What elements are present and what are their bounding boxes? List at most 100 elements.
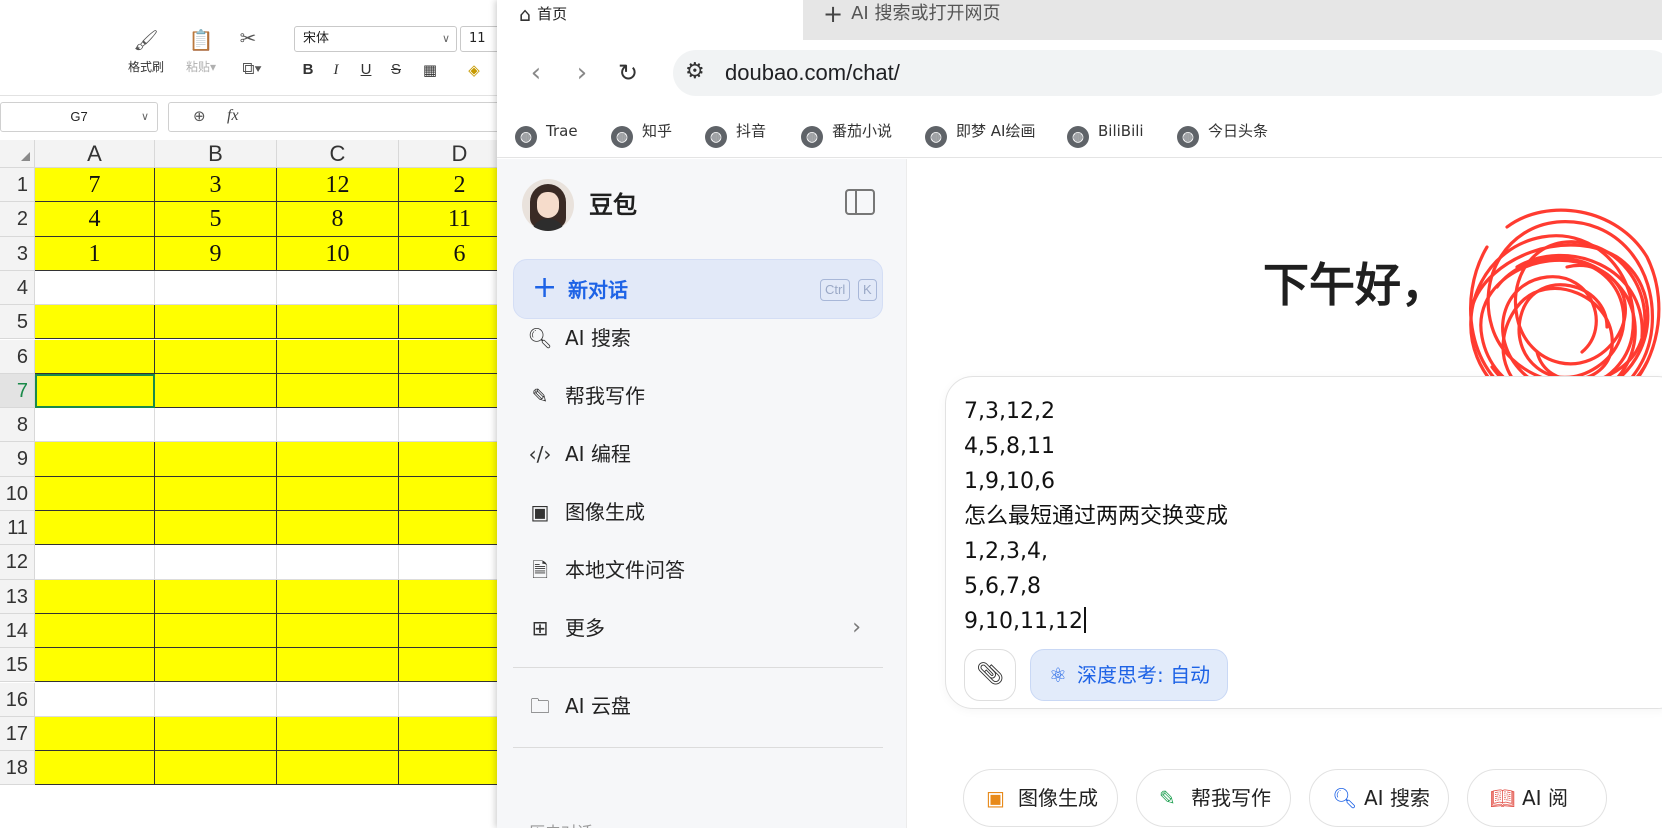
row-header[interactable]: 2: [0, 202, 35, 237]
new-tab-button[interactable]: + AI 搜索或打开网页: [823, 0, 1000, 28]
table-cell[interactable]: [399, 648, 500, 683]
table-cell[interactable]: [35, 613, 155, 649]
table-cell[interactable]: [399, 545, 500, 580]
table-cell[interactable]: [277, 545, 399, 580]
sidebar-item-writing[interactable]: ✎ 帮我写作: [513, 371, 883, 421]
table-cell[interactable]: [155, 305, 277, 340]
deep-think-toggle[interactable]: ⚛ 深度思考: 自动: [1030, 649, 1228, 701]
table-cell[interactable]: [277, 682, 399, 717]
name-box[interactable]: G7 ∨: [0, 102, 158, 132]
table-cell[interactable]: [399, 408, 500, 443]
table-cell[interactable]: [155, 545, 277, 580]
strikethrough-button[interactable]: S: [384, 58, 408, 82]
table-cell[interactable]: [155, 716, 277, 752]
table-cell[interactable]: [35, 545, 155, 580]
table-cell[interactable]: [155, 511, 277, 546]
font-size-select[interactable]: 11: [460, 26, 500, 52]
table-cell[interactable]: 6: [399, 236, 500, 271]
border-button[interactable]: ▦: [418, 58, 442, 82]
cut-button[interactable]: ✂: [234, 26, 262, 56]
row-header[interactable]: 10: [0, 476, 35, 511]
attach-button[interactable]: 📎︎: [964, 649, 1016, 701]
table-cell[interactable]: 5: [155, 202, 277, 237]
table-cell[interactable]: 10: [277, 236, 399, 271]
formula-input[interactable]: ⊕ fx: [168, 102, 500, 132]
table-cell[interactable]: [277, 270, 399, 306]
sidebar-item-more[interactable]: ⊞ 更多 ›: [513, 603, 883, 653]
table-cell[interactable]: [399, 339, 500, 374]
table-cell[interactable]: [277, 408, 399, 443]
row-header[interactable]: 9: [0, 442, 35, 477]
sidebar-item-ai-search[interactable]: 🔍︎ AI 搜索: [513, 313, 883, 363]
table-cell[interactable]: [155, 648, 277, 683]
table-cell[interactable]: [35, 442, 155, 477]
chip-image-gen[interactable]: ▣ 图像生成: [963, 769, 1118, 827]
font-name-select[interactable]: 宋体 ∨: [294, 26, 457, 52]
table-cell[interactable]: [399, 716, 500, 752]
table-cell[interactable]: [399, 682, 500, 717]
column-header[interactable]: D: [399, 140, 500, 168]
reload-button[interactable]: ↻: [611, 56, 645, 90]
table-cell[interactable]: [35, 511, 155, 546]
table-cell[interactable]: [399, 305, 500, 340]
row-header[interactable]: 12: [0, 545, 35, 580]
column-header[interactable]: B: [155, 140, 277, 168]
table-cell[interactable]: [35, 270, 155, 306]
underline-button[interactable]: U: [354, 58, 378, 82]
table-cell[interactable]: [277, 511, 399, 546]
table-cell[interactable]: [155, 613, 277, 649]
table-cell[interactable]: [35, 648, 155, 683]
table-cell[interactable]: [155, 751, 277, 786]
table-cell[interactable]: [155, 373, 277, 409]
table-cell[interactable]: [155, 682, 277, 717]
table-cell[interactable]: [35, 305, 155, 340]
table-cell[interactable]: 4: [35, 202, 155, 237]
row-header[interactable]: 8: [0, 408, 35, 443]
fill-color-button[interactable]: ◈: [462, 58, 486, 82]
sidebar-item-cloud[interactable]: 🗀 AI 云盘: [513, 681, 883, 731]
table-cell[interactable]: [399, 613, 500, 649]
row-header[interactable]: 16: [0, 682, 35, 717]
table-cell[interactable]: [35, 716, 155, 752]
table-cell[interactable]: [155, 339, 277, 374]
row-header[interactable]: 18: [0, 751, 35, 786]
table-cell[interactable]: [277, 648, 399, 683]
row-header[interactable]: 3: [0, 236, 35, 271]
table-cell[interactable]: [35, 339, 155, 374]
forward-button[interactable]: ›: [565, 56, 599, 90]
table-cell[interactable]: [155, 270, 277, 306]
row-header[interactable]: 13: [0, 579, 35, 614]
table-cell[interactable]: 7: [35, 168, 155, 203]
table-cell[interactable]: [277, 373, 399, 409]
table-cell[interactable]: [155, 579, 277, 614]
table-cell[interactable]: [399, 270, 500, 306]
table-cell[interactable]: [35, 408, 155, 443]
table-cell[interactable]: [155, 408, 277, 443]
chip-ai-search[interactable]: 🔍︎ AI 搜索: [1309, 769, 1449, 827]
address-bar[interactable]: ⚙ doubao.com/chat/: [673, 50, 1662, 96]
row-header[interactable]: 17: [0, 716, 35, 752]
table-cell[interactable]: [277, 716, 399, 752]
prompt-input[interactable]: 7,3,12,2 4,5,8,11 1,9,10,6 怎么最短通过两两交换变成 …: [945, 376, 1662, 709]
bookmark-item[interactable]: ◍ 抖音: [705, 116, 766, 148]
row-header[interactable]: 14: [0, 613, 35, 649]
table-cell[interactable]: [277, 751, 399, 786]
table-cell[interactable]: [399, 579, 500, 614]
back-button[interactable]: ‹: [519, 56, 553, 90]
sidebar-item-coding[interactable]: ‹/› AI 编程: [513, 429, 883, 479]
sidebar-item-image-gen[interactable]: ▣ 图像生成: [513, 487, 883, 537]
new-chat-button[interactable]: + 新对话 Ctrl K: [513, 259, 883, 319]
bookmark-item[interactable]: ◍ BiliBili: [1067, 116, 1144, 148]
table-cell[interactable]: [399, 373, 500, 409]
table-cell[interactable]: [399, 511, 500, 546]
table-cell[interactable]: [35, 476, 155, 511]
italic-button[interactable]: I: [324, 58, 348, 82]
table-cell[interactable]: [277, 476, 399, 511]
copy-button[interactable]: ⧉▾: [238, 56, 266, 86]
column-header[interactable]: A: [35, 140, 155, 168]
table-cell[interactable]: [277, 579, 399, 614]
table-cell[interactable]: [155, 476, 277, 511]
table-cell[interactable]: 8: [277, 202, 399, 237]
table-cell[interactable]: 2: [399, 168, 500, 203]
table-cell[interactable]: [399, 476, 500, 511]
